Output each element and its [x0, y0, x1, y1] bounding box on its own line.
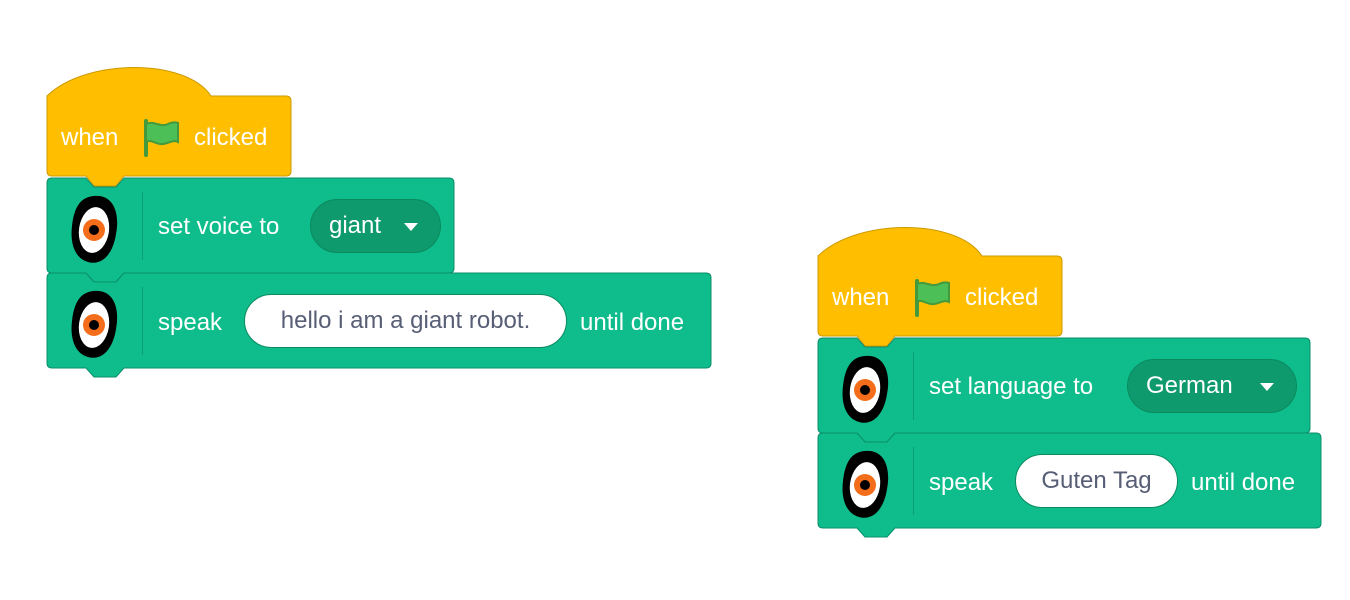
set-voice-label: set voice to: [158, 213, 280, 240]
caret-down-icon: [404, 223, 418, 231]
green-flag-icon: [915, 279, 950, 317]
set-language-label: set language to: [929, 373, 1094, 400]
language-dropdown[interactable]: German: [1127, 359, 1297, 413]
voice-dropdown[interactable]: giant: [310, 199, 441, 253]
text-to-speech-icon: [842, 355, 889, 423]
speak-text-input[interactable]: hello i am a giant robot.: [244, 294, 567, 348]
hat-clicked-label: clicked: [965, 284, 1039, 311]
hat-clicked-label: clicked: [194, 124, 268, 151]
text-to-speech-icon: [842, 450, 889, 518]
hat-when-label: when: [61, 124, 119, 151]
text-to-speech-icon: [71, 195, 118, 263]
block-divider: [142, 192, 143, 260]
caret-down-icon: [1260, 383, 1274, 391]
until-done-label: until done: [1191, 469, 1296, 496]
hat-when-label: when: [832, 284, 890, 311]
block-divider: [142, 287, 143, 355]
block-divider: [913, 352, 914, 420]
speak-text-input[interactable]: Guten Tag: [1015, 454, 1178, 508]
voice-dropdown-value: giant: [329, 212, 382, 239]
text-to-speech-icon: [71, 290, 118, 358]
until-done-label: until done: [580, 309, 685, 336]
script-2[interactable]: when clicked set language to German spea…: [817, 226, 1327, 546]
green-flag-icon: [144, 119, 179, 157]
script-1[interactable]: when clicked set voice to giant speak he…: [46, 66, 716, 386]
speak-label: speak: [929, 469, 994, 496]
block-divider: [913, 447, 914, 515]
speak-label: speak: [158, 309, 223, 336]
language-dropdown-value: German: [1146, 372, 1233, 399]
